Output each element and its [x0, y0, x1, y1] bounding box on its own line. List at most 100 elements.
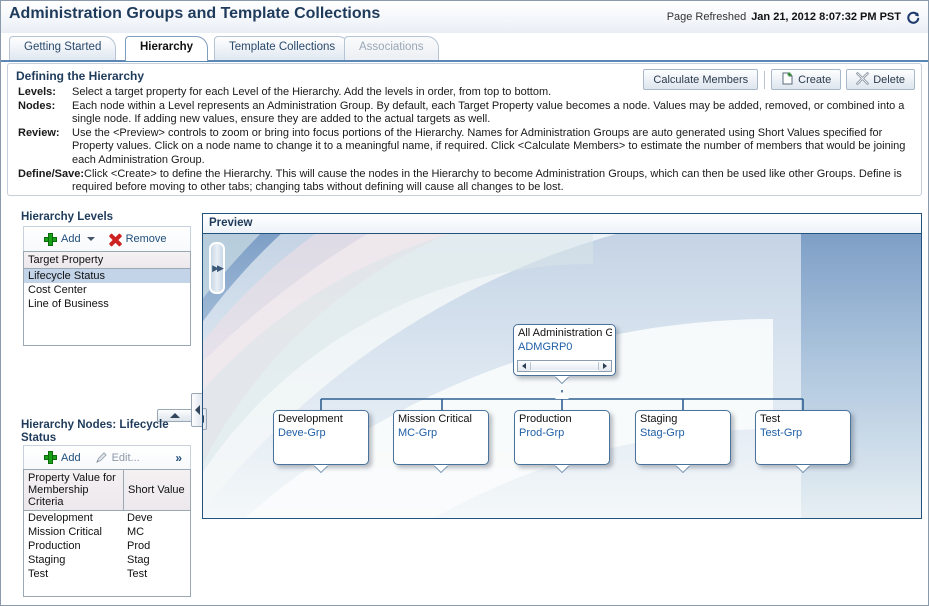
scroll-thumb[interactable]: [530, 362, 599, 370]
remove-x-icon: [109, 233, 122, 246]
table-row[interactable]: Test Test: [24, 567, 190, 581]
calculate-members-label: Calculate Members: [653, 73, 749, 86]
nodes-cell-short-value: Stag: [127, 554, 150, 566]
scroll-left-button[interactable]: [518, 361, 530, 371]
tree-node-mission-critical[interactable]: Mission Critical MC-Grp: [393, 410, 489, 465]
tree-node-root-name[interactable]: All Administration Gr: [518, 327, 612, 339]
table-row[interactable]: Production Prod: [24, 539, 190, 553]
instruction-row-review: Review: Use the <Preview> controls to zoo…: [18, 127, 918, 168]
triangle-right-icon: [195, 405, 200, 415]
tree-node-short: Deve-Grp: [278, 427, 326, 439]
triangle-left-icon: [522, 363, 526, 369]
nodes-column-short-value: Short Value: [123, 470, 190, 510]
instruction-row-define-save: Define/Save:Click <Create> to define the…: [18, 168, 918, 195]
tree-node-development-expander-icon[interactable]: [314, 465, 328, 472]
nodes-cell-short-value: Test: [127, 568, 148, 580]
instruction-text-define-save: Click <Create> to define the Hierarchy. …: [72, 167, 902, 194]
tree-node-production[interactable]: Production Prod-Grp: [514, 410, 610, 465]
nodes-column-property-value: Property Value for Membership Criteria: [28, 472, 116, 508]
levels-remove-button[interactable]: Remove: [109, 233, 167, 246]
page-header: Administration Groups and Template Colle…: [1, 1, 928, 34]
instruction-row-levels: Levels: Select a target property for each…: [18, 86, 918, 100]
plus-icon: [44, 232, 57, 246]
instruction-text-levels: Select a target property for each Level …: [72, 86, 552, 98]
tree-node-name[interactable]: Test: [760, 413, 847, 425]
instruction-term-levels: Levels:: [18, 86, 56, 98]
tree-node-root[interactable]: All Administration Gr ADMGRP0: [513, 324, 616, 376]
tab-template-collections[interactable]: Template Collections: [214, 36, 351, 60]
hierarchy-levels-title: Hierarchy Levels: [21, 211, 114, 223]
tree-node-staging[interactable]: Staging Stag-Grp: [635, 410, 731, 465]
hierarchy-nodes-grid: Property Value for Membership Criteria S…: [23, 469, 191, 597]
tree-bus-joint-icon: [555, 392, 569, 399]
nodes-cell-short-value: Prod: [127, 540, 151, 552]
tab-associations[interactable]: Associations: [344, 36, 439, 60]
triangle-up-icon: [170, 413, 180, 418]
hierarchy-nodes-title: Hierarchy Nodes: Lifecycle Status: [21, 419, 169, 444]
levels-column-target-property: Target Property: [28, 254, 104, 266]
tree-node-name[interactable]: Mission Critical: [398, 413, 485, 425]
tree-node-short: MC-Grp: [398, 427, 438, 439]
tab-bar: Getting Started Hierarchy Template Colle…: [1, 33, 928, 62]
preview-zoom-handle[interactable]: ▶▶: [209, 242, 225, 294]
table-row[interactable]: Mission Critical MC: [24, 525, 190, 539]
table-row[interactable]: Lifecycle Status: [24, 269, 190, 283]
tree-node-root-expander-icon[interactable]: [555, 376, 569, 383]
nodes-edit-button[interactable]: Edit...: [95, 451, 140, 464]
tree-node-name[interactable]: Production: [519, 413, 606, 425]
double-arrow-icon: ▶▶: [212, 262, 224, 273]
preview-title: Preview: [209, 217, 253, 229]
instruction-text-review: Use the <Preview> controls to zoom or br…: [72, 126, 906, 166]
hierarchy-nodes-toolbar: Add Edit... »: [23, 445, 191, 469]
table-row[interactable]: Cost Center: [24, 283, 190, 297]
instruction-text-nodes: Each node within a Level represents an A…: [72, 99, 905, 126]
tree-node-production-expander-icon[interactable]: [555, 465, 569, 472]
levels-cell-value: Line of Business: [28, 298, 109, 310]
tree-node-short: Stag-Grp: [640, 427, 685, 439]
nodes-cell-property-value: Staging: [28, 554, 66, 566]
tree-node-test[interactable]: Test Test-Grp: [755, 410, 851, 465]
refresh-icon[interactable]: [906, 11, 920, 25]
tree-node-name[interactable]: Development: [278, 413, 365, 425]
preview-canvas[interactable]: ▶▶ All Administration Gr ADMGRP0 Develop…: [203, 234, 921, 518]
nodes-edit-label: Edit...: [111, 451, 140, 464]
tab-getting-started[interactable]: Getting Started: [9, 36, 117, 60]
table-row[interactable]: Staging Stag: [24, 553, 190, 567]
nodes-cell-short-value: Deve: [127, 512, 153, 524]
page-title: Administration Groups and Template Colle…: [9, 5, 381, 22]
tree-node-root-scrollbar[interactable]: [517, 360, 612, 372]
nodes-add-button[interactable]: Add: [44, 451, 81, 464]
instruction-term-review: Review:: [18, 126, 60, 139]
tree-node-mission-critical-expander-icon[interactable]: [434, 465, 448, 472]
tree-node-development[interactable]: Development Deve-Grp: [273, 410, 369, 465]
preview-header: Preview: [203, 214, 921, 234]
preview-collapse-handle[interactable]: [203, 408, 207, 430]
nodes-more-button[interactable]: »: [175, 451, 182, 465]
levels-add-button[interactable]: Add: [44, 232, 95, 246]
tab-hierarchy[interactable]: Hierarchy: [125, 36, 209, 61]
nodes-cell-property-value: Production: [28, 540, 81, 552]
delete-label: Delete: [873, 73, 905, 86]
chevron-double-right-icon: »: [175, 450, 182, 465]
triangle-right-icon: [203, 415, 204, 423]
tree-node-short: Prod-Grp: [519, 427, 565, 439]
levels-cell-value: Cost Center: [28, 284, 87, 296]
tree-node-test-expander-icon[interactable]: [796, 465, 810, 472]
triangle-right-icon: [603, 363, 607, 369]
levels-grid-header: Target Property: [24, 252, 190, 269]
instruction-row-nodes: Nodes: Each node within a Level represent…: [18, 100, 918, 127]
tree-node-name[interactable]: Staging: [640, 413, 727, 425]
page-refreshed-label: Page Refreshed: [666, 11, 747, 23]
instructions-title: Defining the Hierarchy: [16, 69, 145, 83]
table-row[interactable]: Development Deve: [24, 511, 190, 525]
nodes-cell-property-value: Mission Critical: [28, 526, 102, 538]
preview-panel: Preview ▶▶ All Administration Gr ADMGRP0…: [202, 213, 922, 519]
chevron-down-icon: [86, 237, 95, 241]
tree-node-staging-expander-icon[interactable]: [676, 465, 690, 472]
create-label: Create: [798, 73, 832, 86]
scroll-right-button[interactable]: [599, 361, 611, 371]
nodes-cell-property-value: Development: [28, 512, 93, 524]
table-row[interactable]: Line of Business: [24, 297, 190, 311]
levels-add-label: Add: [61, 233, 81, 245]
tree-node-short: Test-Grp: [760, 427, 803, 439]
